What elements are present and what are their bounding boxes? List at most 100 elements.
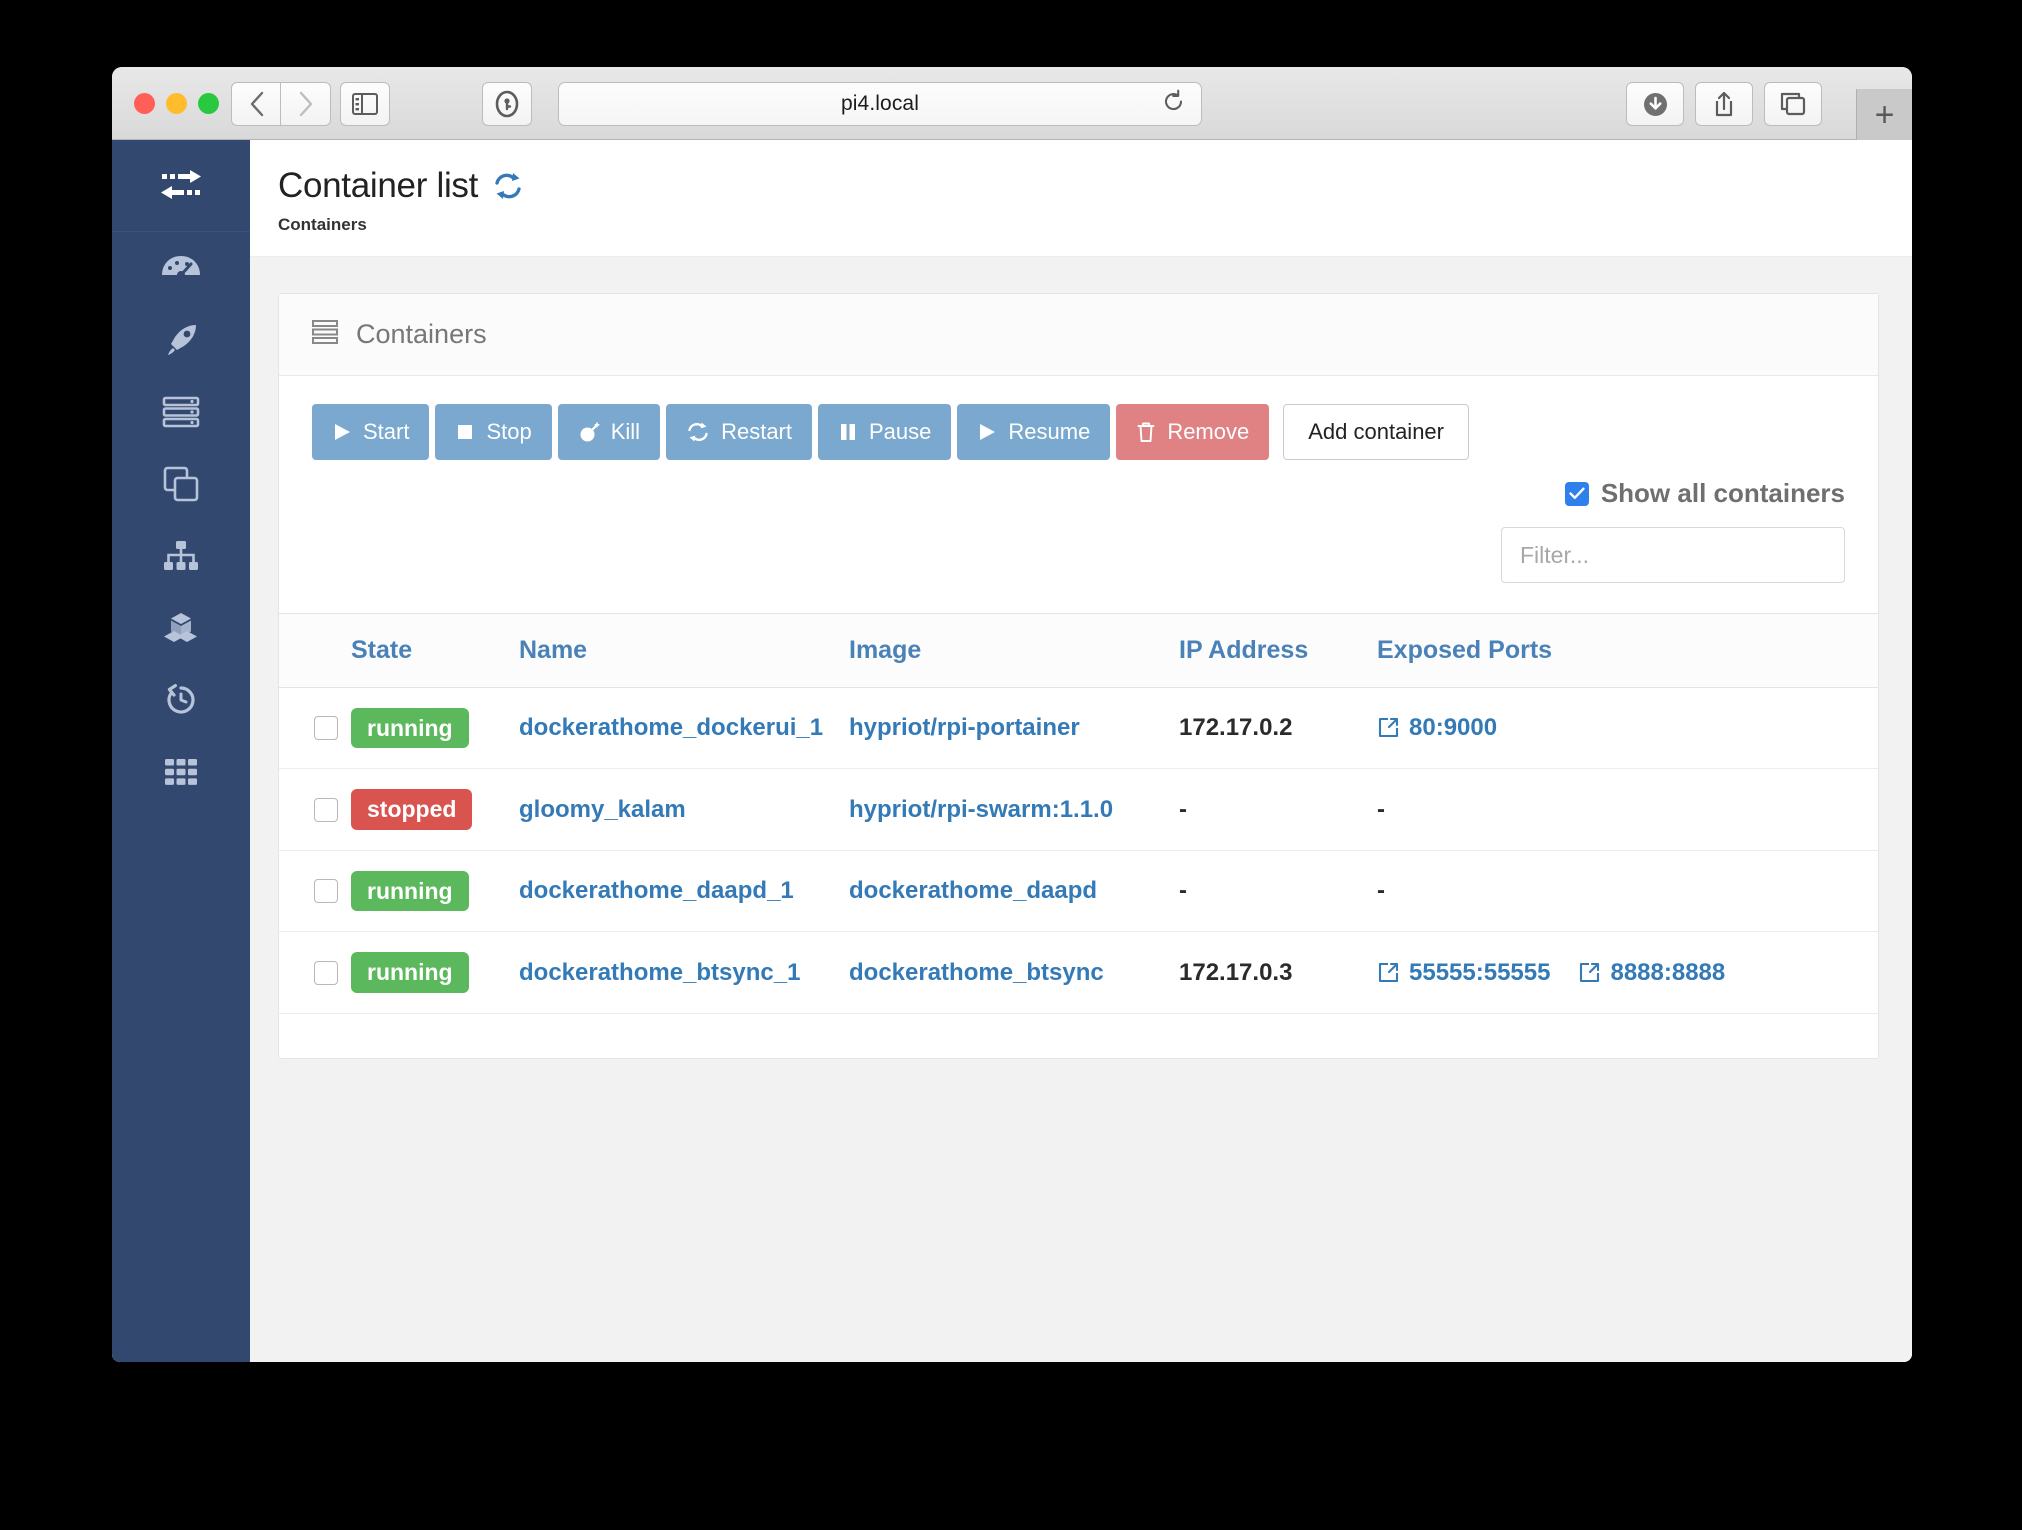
ip-address-cell: 172.17.0.3: [1179, 932, 1377, 1013]
sidebar-item-volumes[interactable]: [112, 592, 250, 664]
row-checkbox[interactable]: [314, 716, 338, 740]
remove-button[interactable]: Remove: [1116, 404, 1269, 460]
sidebar-item-events[interactable]: [112, 664, 250, 736]
copy-layers-icon: [163, 466, 199, 502]
exchange-arrows-icon: [158, 166, 204, 206]
kill-button[interactable]: Kill: [558, 404, 660, 460]
stop-button-label: Stop: [486, 419, 531, 445]
containers-table: State Name Image IP Address Exposed Port…: [279, 613, 1878, 1014]
container-name-link[interactable]: gloomy_kalam: [519, 796, 686, 823]
port-label: 8888:8888: [1610, 959, 1725, 987]
page-header: Container list Containers: [250, 140, 1912, 257]
table-bottom-padding: [279, 1014, 1878, 1058]
start-button[interactable]: Start: [312, 404, 429, 460]
image-cell[interactable]: dockerathome_daapd: [849, 850, 1179, 931]
container-name-link[interactable]: dockerathome_btsync_1: [519, 959, 800, 986]
column-header-state[interactable]: State: [351, 614, 519, 688]
select-all-header: [279, 614, 351, 688]
name-cell[interactable]: dockerathome_btsync_1: [519, 932, 849, 1013]
share-icon[interactable]: [1695, 82, 1753, 126]
row-checkbox[interactable]: [314, 879, 338, 903]
close-window-button[interactable]: [134, 93, 155, 114]
column-header-image[interactable]: Image: [849, 614, 1179, 688]
sidebar-item-images[interactable]: [112, 448, 250, 520]
reload-icon[interactable]: [1163, 90, 1185, 119]
external-link-icon: [1377, 717, 1399, 739]
restart-button[interactable]: Restart: [666, 404, 812, 460]
play-icon: [977, 422, 997, 442]
port-link[interactable]: 55555:55555: [1377, 959, 1550, 987]
row-checkbox[interactable]: [314, 798, 338, 822]
row-select-cell[interactable]: [279, 688, 351, 769]
container-image-link[interactable]: dockerathome_btsync: [849, 959, 1104, 986]
content-area: Container list Containers: [250, 140, 1912, 1362]
container-image-link[interactable]: hypriot/rpi-swarm:1.1.0: [849, 796, 1113, 823]
ip-address-text: 172.17.0.2: [1179, 714, 1292, 741]
ports-list: -: [1377, 796, 1878, 824]
minimize-window-button[interactable]: [166, 93, 187, 114]
table-row[interactable]: runningdockerathome_btsync_1dockerathome…: [279, 932, 1878, 1013]
reader-view-icon[interactable]: [482, 82, 532, 126]
new-tab-button[interactable]: +: [1856, 89, 1912, 140]
table-header-row: State Name Image IP Address Exposed Port…: [279, 614, 1878, 688]
window-controls: [134, 93, 219, 114]
show-all-containers-toggle[interactable]: Show all containers: [1565, 478, 1845, 509]
container-image-link[interactable]: hypriot/rpi-portainer: [849, 714, 1080, 741]
resume-button[interactable]: Resume: [957, 404, 1110, 460]
maximize-window-button[interactable]: [198, 93, 219, 114]
address-bar[interactable]: pi4.local: [558, 82, 1202, 126]
downloads-icon[interactable]: [1626, 82, 1684, 126]
sidebar-item-templates[interactable]: [112, 304, 250, 376]
sidebar-item-dashboard[interactable]: [112, 232, 250, 304]
name-cell[interactable]: dockerathome_dockerui_1: [519, 688, 849, 769]
image-cell[interactable]: hypriot/rpi-portainer: [849, 688, 1179, 769]
container-image-link[interactable]: dockerathome_daapd: [849, 877, 1097, 904]
row-select-cell[interactable]: [279, 850, 351, 931]
sidebar-item-containers[interactable]: [112, 376, 250, 448]
port-label: 80:9000: [1409, 714, 1497, 742]
dashboard-gauge-icon: [161, 252, 201, 284]
filter-input[interactable]: [1501, 527, 1845, 583]
table-row[interactable]: runningdockerathome_dockerui_1hypriot/rp…: [279, 688, 1878, 769]
sidebar-toggle-icon[interactable]: [340, 82, 390, 126]
row-checkbox[interactable]: [314, 961, 338, 985]
column-header-name[interactable]: Name: [519, 614, 849, 688]
sidebar-item-docker[interactable]: [112, 736, 250, 808]
back-button[interactable]: [231, 82, 281, 126]
refresh-icon[interactable]: [492, 171, 524, 201]
image-cell[interactable]: hypriot/rpi-swarm:1.1.0: [849, 769, 1179, 850]
port-link[interactable]: 80:9000: [1377, 714, 1497, 742]
container-name-link[interactable]: dockerathome_dockerui_1: [519, 714, 823, 741]
table-row[interactable]: stoppedgloomy_kalamhypriot/rpi-swarm:1.1…: [279, 769, 1878, 850]
tab-overview-icon[interactable]: [1764, 82, 1822, 126]
url-text: pi4.local: [841, 92, 919, 116]
column-header-exposed-ports[interactable]: Exposed Ports: [1377, 614, 1878, 688]
image-cell[interactable]: dockerathome_btsync: [849, 932, 1179, 1013]
port-link[interactable]: 8888:8888: [1578, 959, 1725, 987]
stop-button[interactable]: Stop: [435, 404, 551, 460]
table-row[interactable]: runningdockerathome_daapd_1dockerathome_…: [279, 850, 1878, 931]
resume-button-label: Resume: [1008, 419, 1090, 445]
sidebar-item-networks[interactable]: [112, 520, 250, 592]
cubes-icon: [162, 611, 200, 645]
pause-button[interactable]: Pause: [818, 404, 951, 460]
name-cell[interactable]: gloomy_kalam: [519, 769, 849, 850]
browser-window: pi4.local: [112, 67, 1912, 1362]
rocket-icon: [163, 322, 199, 358]
column-header-ip-address[interactable]: IP Address: [1179, 614, 1377, 688]
ports-list: 55555:55555 8888:8888: [1377, 959, 1878, 987]
row-select-cell[interactable]: [279, 932, 351, 1013]
add-container-button[interactable]: Add container: [1283, 404, 1469, 460]
sidebar-logo[interactable]: [112, 140, 250, 232]
panel-heading: Containers: [279, 294, 1878, 376]
play-icon: [332, 422, 352, 442]
container-name-link[interactable]: dockerathome_daapd_1: [519, 877, 794, 904]
bomb-icon: [578, 421, 600, 443]
row-select-cell[interactable]: [279, 769, 351, 850]
show-all-checkbox[interactable]: [1565, 482, 1589, 506]
sidebar-toggle-group: [340, 82, 390, 126]
ip-address-cell: -: [1179, 850, 1377, 931]
name-cell[interactable]: dockerathome_daapd_1: [519, 850, 849, 931]
forward-button[interactable]: [281, 82, 331, 126]
breadcrumb[interactable]: Containers: [278, 215, 1912, 235]
